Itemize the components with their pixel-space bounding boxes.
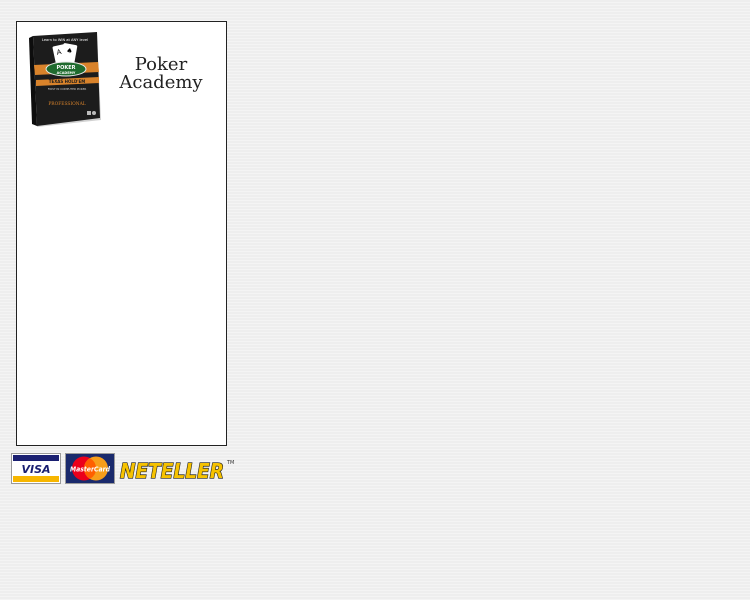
box-tagline: FIRST IN COMPUTER POKER: [48, 87, 87, 91]
box-banner-text: Learn to WIN at ANY level: [42, 38, 88, 42]
product-panel: Learn to WIN at ANY level A ♠ POKER ACAD…: [16, 21, 227, 446]
box-edition-strip: TEXAS HOLD'EM: [49, 79, 85, 84]
visa-logo: VISA: [11, 453, 61, 484]
product-title-line2: Academy: [119, 72, 203, 93]
visa-text: VISA: [21, 463, 50, 476]
neteller-text: NETELLER: [120, 459, 224, 483]
neteller-logo: NETELLER TM: [119, 458, 234, 483]
windows-icon: [87, 111, 91, 115]
product-box-image-link[interactable]: Learn to WIN at ANY level A ♠ POKER ACAD…: [27, 32, 103, 128]
cards-icon: A ♠: [52, 43, 78, 64]
box-edition: PROFESSIONAL: [48, 102, 85, 107]
mastercard-text: MasterCard: [70, 465, 111, 474]
neteller-tm-text: TM: [226, 460, 234, 466]
apple-icon: [92, 111, 96, 115]
mastercard-logo: MasterCard: [65, 453, 115, 484]
poker-academy-box-image: Learn to WIN at ANY level A ♠ POKER ACAD…: [29, 32, 101, 127]
box-brand-bottom: ACADEMY: [57, 71, 76, 75]
product-title: Poker Academy: [115, 56, 207, 92]
